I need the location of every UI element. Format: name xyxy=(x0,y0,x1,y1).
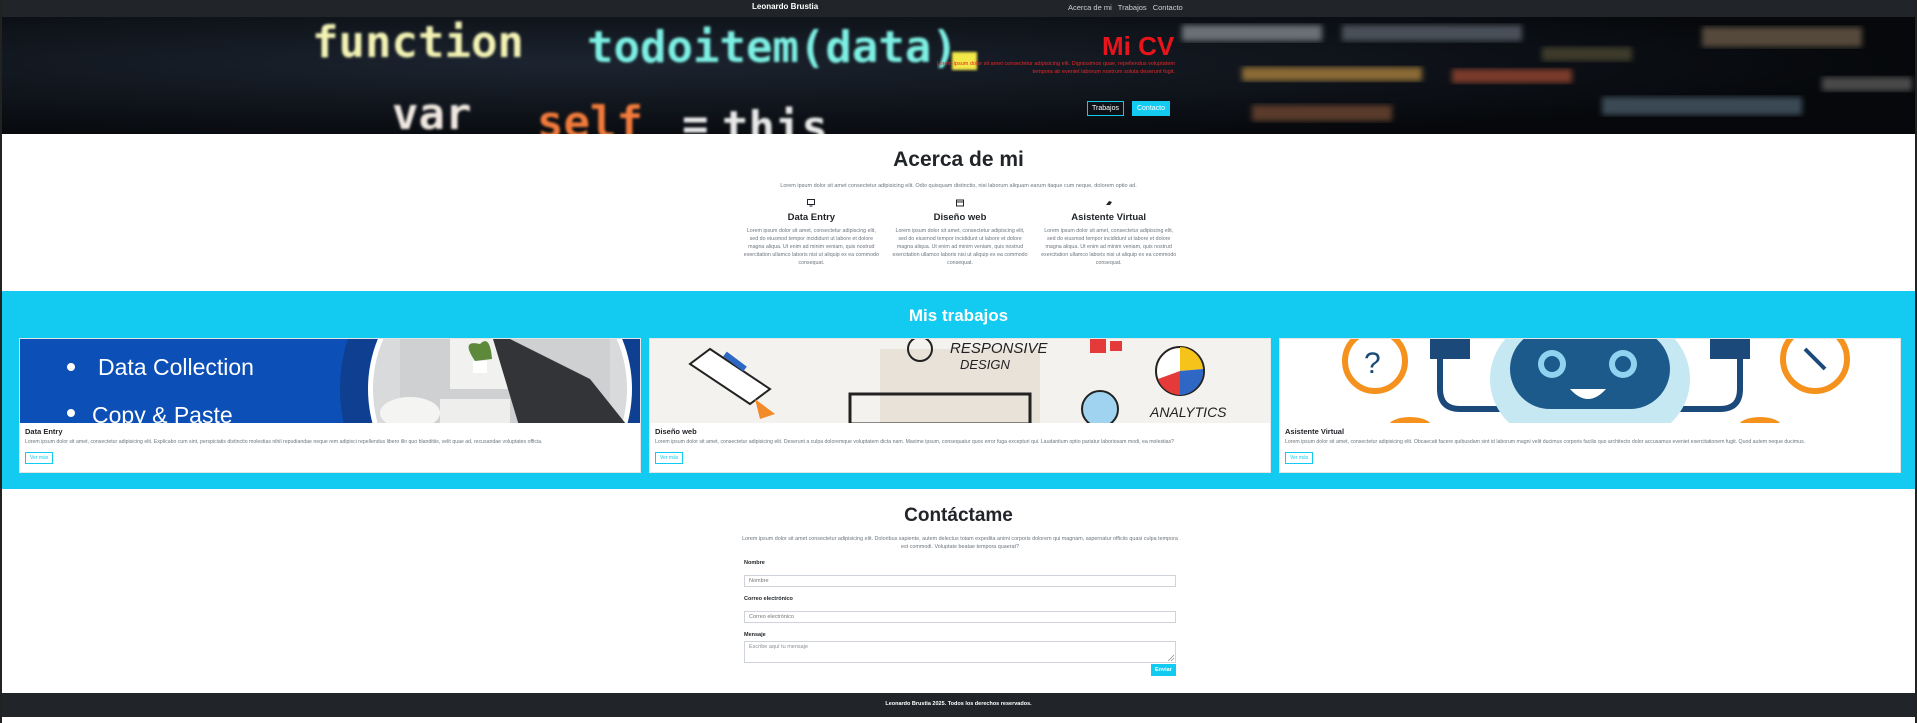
features-row: Data Entry Lorem ipsum dolor sit amet, c… xyxy=(742,199,1178,267)
hero-buttons: Trabajos Contacto xyxy=(1087,101,1171,116)
work-card-asistente-virtual: ? Asistente Virtual Lorem ipsum dolor si… xyxy=(1279,338,1901,473)
contact-form: Nombre Correo electrónico Mensaje Escrib… xyxy=(744,560,1176,676)
feature-diseno-web: Diseño web Lorem ipsum dolor sit amet, c… xyxy=(891,199,1030,267)
navbar: Leonardo Brustia Acerca de mi Trabajos C… xyxy=(2,0,1915,17)
works-title: Mis trabajos xyxy=(908,306,1009,325)
email-label: Correo electrónico xyxy=(744,596,793,602)
card-title: Asistente Virtual xyxy=(1285,427,1345,436)
feature-data-entry: Data Entry Lorem ipsum dolor sit amet, c… xyxy=(742,199,881,267)
card-title: Data Entry xyxy=(25,427,63,436)
image-caption: Copy & Paste xyxy=(92,402,233,423)
nav-link-acerca[interactable]: Acerca de mi xyxy=(1068,3,1112,12)
card-text: Lorem ipsum dolor sit amet, consectetur … xyxy=(25,439,543,445)
about-title: Acerca de mi xyxy=(893,148,1024,171)
name-input[interactable] xyxy=(744,575,1176,587)
image-caption: RESPONSIVE xyxy=(950,340,1049,357)
feature-title: Diseño web xyxy=(933,212,987,223)
send-button[interactable]: Enviar xyxy=(1151,664,1176,676)
card-title: Diseño web xyxy=(655,427,697,436)
work-card-diseno-web: RESPONSIVE DESIGN ANALYTICS Diseño web L… xyxy=(649,338,1271,473)
name-label: Nombre xyxy=(744,560,765,566)
hero-description: Lorem ipsum dolor sit amet consectetur a… xyxy=(936,61,1175,75)
ver-mas-button[interactable]: Ver más xyxy=(655,452,684,464)
resize-handle-icon[interactable] xyxy=(1168,655,1174,661)
monitor-icon xyxy=(742,199,881,209)
feature-title: Data Entry xyxy=(787,212,836,223)
brand-link[interactable]: Leonardo Brustia xyxy=(752,2,818,11)
nav-link-trabajos[interactable]: Trabajos xyxy=(1118,3,1147,12)
card-text: Lorem ipsum dolor sit amet, consectetur … xyxy=(655,439,1175,445)
hero-trabajos-button[interactable]: Trabajos xyxy=(1087,101,1124,116)
contact-title: Contáctame xyxy=(904,505,1013,526)
message-textarea[interactable]: Escribe aquí tu mensaje xyxy=(744,641,1176,663)
ver-mas-button[interactable]: Ver más xyxy=(1285,452,1314,464)
code-word: = xyxy=(682,99,709,134)
card-text: Lorem ipsum dolor sit amet, consectetur … xyxy=(1285,439,1806,445)
hero-title: Mi CV xyxy=(1102,31,1175,61)
code-word: self xyxy=(537,97,643,134)
browser-window-icon xyxy=(891,199,1030,209)
robot-icon xyxy=(1039,199,1178,209)
feature-title: Asistente Virtual xyxy=(1071,212,1147,223)
nav-link-contacto[interactable]: Contacto xyxy=(1153,3,1183,12)
works-section: Mis trabajos Data Collection Copy & Past… xyxy=(2,291,1915,489)
message-placeholder: Escribe aquí tu mensaje xyxy=(749,644,809,650)
feature-asistente-virtual: Asistente Virtual Lorem ipsum dolor sit … xyxy=(1039,199,1178,267)
ver-mas-button[interactable]: Ver más xyxy=(25,452,54,464)
svg-text:?: ? xyxy=(1364,347,1381,380)
card-body: Data Entry Lorem ipsum dolor sit amet, c… xyxy=(25,427,630,464)
image-caption: ANALYTICS xyxy=(1149,404,1227,420)
hero-contacto-button[interactable]: Contacto xyxy=(1131,101,1171,116)
code-word: var xyxy=(392,89,471,134)
email-input[interactable] xyxy=(744,611,1176,623)
contact-lead: Lorem ipsum dolor sit amet consectetur a… xyxy=(742,536,1178,550)
work-card-data-entry: Data Collection Copy & Paste Data Entry … xyxy=(19,338,641,473)
card-body: Diseño web Lorem ipsum dolor sit amet, c… xyxy=(655,427,1260,464)
code-word: todoitem(data) xyxy=(587,22,958,73)
image-caption: Data Collection xyxy=(98,354,254,380)
feature-text: Lorem ipsum dolor sit amet, consectetur … xyxy=(1041,228,1177,266)
message-label: Mensaje xyxy=(744,632,766,638)
feature-text: Lorem ipsum dolor sit amet, consectetur … xyxy=(743,228,879,266)
hero-banner: function todoitem(data) var self = this … xyxy=(2,17,1915,134)
code-word: this xyxy=(722,102,828,134)
image-caption: DESIGN xyxy=(960,357,1010,372)
data-collection-image: Data Collection Copy & Paste xyxy=(20,339,640,423)
card-body: Asistente Virtual Lorem ipsum dolor sit … xyxy=(1285,427,1890,464)
footer: Leonardo Brustia 2025. Todos los derecho… xyxy=(2,693,1915,717)
footer-copyright: Leonardo Brustia 2025. Todos los derecho… xyxy=(885,701,1032,707)
virtual-assistant-image: ? xyxy=(1280,339,1900,423)
code-word: function xyxy=(312,17,524,68)
nav-links: Acerca de mi Trabajos Contacto xyxy=(1068,3,1183,12)
works-cards: Data Collection Copy & Paste Data Entry … xyxy=(19,338,1901,473)
about-lead: Lorem ipsum dolor sit amet consectetur a… xyxy=(780,183,1137,189)
responsive-design-image: RESPONSIVE DESIGN ANALYTICS xyxy=(650,339,1270,423)
feature-text: Lorem ipsum dolor sit amet, consectetur … xyxy=(892,228,1028,266)
